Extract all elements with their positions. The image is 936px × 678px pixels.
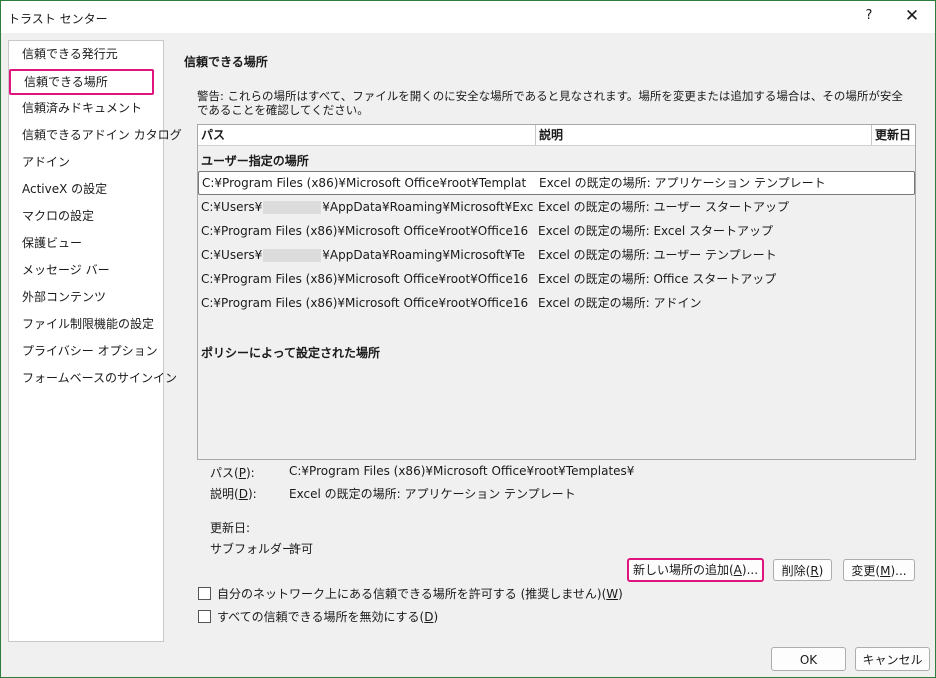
sidebar-item-protected-view[interactable]: 保護ビュー <box>22 232 82 254</box>
subfolders-label: サブフォルダー: <box>210 542 299 556</box>
sidebar: 信頼できる発行元 信頼できる場所 信頼済みドキュメント 信頼できるアドイン カタ… <box>8 40 182 642</box>
description-label: 説明(D): <box>210 487 257 501</box>
row-description: Excel の既定の場所: アプリケーション テンプレート <box>539 176 826 190</box>
row-path: C:¥Users¥ ¥AppData¥Roaming¥Microsoft¥Exc <box>201 200 533 214</box>
window-title: トラスト センター <box>8 12 108 26</box>
column-header-modified[interactable]: 更新日 ▾ <box>872 125 915 145</box>
allow-network-locations-checkbox[interactable]: 自分のネットワーク上にある信頼できる場所を許可する (推奨しません)(W) <box>198 586 623 602</box>
section-title: 信頼できる場所 <box>184 55 268 69</box>
checkbox-box[interactable] <box>198 610 211 623</box>
path-value: C:¥Program Files (x86)¥Microsoft Office¥… <box>289 464 635 478</box>
list-header: パス 説明 更新日 ▾ <box>198 125 915 146</box>
row-description: Excel の既定の場所: Excel スタートアップ <box>538 224 774 238</box>
sidebar-item-trusted-locations[interactable]: 信頼できる場所 <box>9 69 154 95</box>
table-row[interactable]: C:¥Users¥ ¥AppData¥Roaming¥Microsoft¥Te E… <box>198 243 914 267</box>
path-label: パス(P): <box>210 466 255 480</box>
row-path: C:¥Program Files (x86)¥Microsoft Office¥… <box>201 272 529 286</box>
help-button[interactable]: ? <box>859 6 879 26</box>
row-description: Excel の既定の場所: ユーザー テンプレート <box>538 248 777 262</box>
sidebar-item-file-block[interactable]: ファイル制限機能の設定 <box>22 313 154 335</box>
subfolders-value: 許可 <box>289 542 314 556</box>
group-label-policy: ポリシーによって設定された場所 <box>201 346 381 360</box>
table-row[interactable]: C:¥Program Files (x86)¥Microsoft Office¥… <box>198 267 914 291</box>
table-row[interactable]: C:¥Users¥ ¥AppData¥Roaming¥Microsoft¥Exc … <box>198 195 914 219</box>
add-location-button[interactable]: 新しい場所の追加(A)... <box>627 558 764 582</box>
close-button[interactable]: ✕ <box>902 6 922 26</box>
sidebar-item-message-bar[interactable]: メッセージ バー <box>22 259 110 281</box>
column-header-description[interactable]: 説明 <box>536 125 872 145</box>
table-row[interactable]: C:¥Program Files (x86)¥Microsoft Office¥… <box>198 171 915 195</box>
modify-button[interactable]: 変更(M)... <box>843 559 915 581</box>
sidebar-item-trusted-publishers[interactable]: 信頼できる発行元 <box>22 43 118 65</box>
sidebar-item-addins[interactable]: アドイン <box>22 151 70 173</box>
description-value: Excel の既定の場所: アプリケーション テンプレート <box>289 487 576 501</box>
row-path: C:¥Program Files (x86)¥Microsoft Office¥… <box>201 224 529 238</box>
modified-label: 更新日: <box>210 521 251 535</box>
column-header-path[interactable]: パス <box>198 125 536 145</box>
row-description: Excel の既定の場所: アドイン <box>538 296 702 310</box>
row-description: Excel の既定の場所: ユーザー スタートアップ <box>538 200 790 214</box>
row-path: C:¥Program Files (x86)¥Microsoft Office¥… <box>201 296 529 310</box>
sidebar-item-privacy-options[interactable]: プライバシー オプション <box>22 340 158 362</box>
trusted-locations-list[interactable]: パス 説明 更新日 ▾ ユーザー指定の場所 C:¥Program Files (… <box>197 124 916 460</box>
cancel-button[interactable]: キャンセル <box>855 647 930 671</box>
title-bar: トラスト センター ? ✕ <box>1 1 935 33</box>
redacted-username <box>263 249 322 262</box>
row-path: C:¥Users¥ ¥AppData¥Roaming¥Microsoft¥Te <box>201 248 525 262</box>
row-description: Excel の既定の場所: Office スタートアップ <box>538 272 777 286</box>
sidebar-item-trusted-documents[interactable]: 信頼済みドキュメント <box>22 97 142 119</box>
sidebar-item-activex[interactable]: ActiveX の設定 <box>22 178 107 200</box>
sidebar-item-trusted-addin-catalogs[interactable]: 信頼できるアドイン カタログ <box>22 124 182 146</box>
trust-center-dialog: トラスト センター ? ✕ 信頼できる発行元 信頼できる場所 信頼済みドキュメン… <box>0 0 936 678</box>
group-label-user: ユーザー指定の場所 <box>201 154 309 168</box>
sidebar-item-external-content[interactable]: 外部コンテンツ <box>22 286 106 308</box>
disable-all-locations-checkbox[interactable]: すべての信頼できる場所を無効にする(D) <box>198 609 438 625</box>
sidebar-item-form-based-signin[interactable]: フォームベースのサインイン <box>22 367 177 389</box>
table-row[interactable]: C:¥Program Files (x86)¥Microsoft Office¥… <box>198 291 914 315</box>
remove-button[interactable]: 削除(R) <box>773 559 832 581</box>
table-row[interactable]: C:¥Program Files (x86)¥Microsoft Office¥… <box>198 219 914 243</box>
sidebar-item-macros[interactable]: マクロの設定 <box>22 205 94 227</box>
ok-button[interactable]: OK <box>771 647 846 671</box>
row-path: C:¥Program Files (x86)¥Microsoft Office¥… <box>202 176 527 190</box>
warning-text: 警告: これらの場所はすべて、ファイルを開くのに安全な場所であると見なされます。… <box>197 89 903 117</box>
redacted-username <box>263 201 322 214</box>
checkbox-box[interactable] <box>198 587 211 600</box>
